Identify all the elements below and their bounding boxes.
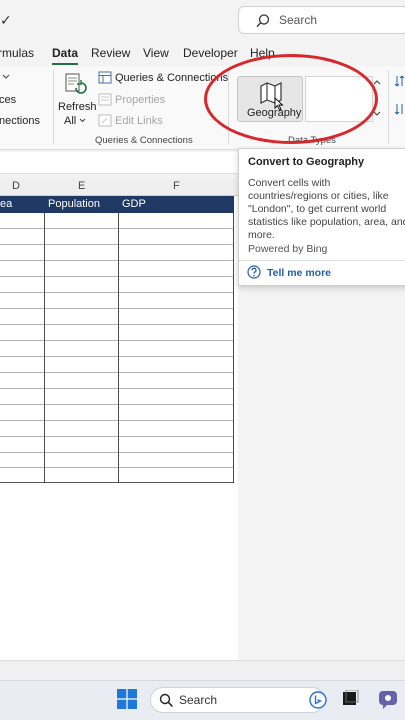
search-box[interactable]: Search <box>238 6 405 34</box>
search-icon <box>256 14 270 28</box>
sort-desc-icon[interactable] <box>395 102 405 116</box>
queries-connections-icon[interactable] <box>98 71 112 84</box>
refresh-dropdown-icon[interactable] <box>79 118 86 123</box>
tooltip-title: Convert to Geography <box>248 156 365 168</box>
header-gdp[interactable]: GDP <box>122 198 146 210</box>
geography-tooltip: Convert to Geography Convert cells with … <box>238 148 405 286</box>
edit-links-icon <box>98 114 112 127</box>
refresh-label[interactable]: Refresh <box>58 101 97 113</box>
status-bar <box>0 660 405 680</box>
search-placeholder: Search <box>279 13 318 27</box>
search-icon <box>159 693 174 708</box>
dropdown-chevron-icon[interactable] <box>2 74 10 80</box>
windows-start-icon[interactable] <box>117 689 137 709</box>
taskbar-search[interactable]: Search <box>150 687 327 713</box>
tab-developer[interactable]: Developer <box>183 46 238 60</box>
task-view-icon[interactable] <box>342 690 359 707</box>
ribbon-fragment-connections[interactable]: nections <box>0 115 40 127</box>
refresh-all-icon[interactable] <box>64 72 88 98</box>
tab-view[interactable]: View <box>143 46 169 60</box>
tooltip-description: Convert cells with countries/regions or … <box>248 177 405 241</box>
group-label-queries: Queries & Connections <box>95 135 193 146</box>
table-header-row: ea Population GDP <box>0 196 234 213</box>
tab-review[interactable]: Review <box>91 46 130 60</box>
header-population[interactable]: Population <box>48 198 100 210</box>
properties-icon <box>98 93 112 106</box>
taskbar-search-label: Search <box>179 693 218 707</box>
tell-me-more-link[interactable]: Tell me more <box>267 267 331 279</box>
edit-links-button: Edit Links <box>115 115 163 127</box>
sort-icon[interactable] <box>395 74 405 88</box>
column-headers: D E F <box>0 178 238 196</box>
ribbon-fragment-ces[interactable]: ces <box>0 94 16 106</box>
active-tab-indicator <box>52 63 78 65</box>
table-grid[interactable] <box>0 213 234 483</box>
column-header-e[interactable]: E <box>78 180 85 192</box>
column-header-f[interactable]: F <box>173 180 180 192</box>
chat-icon[interactable] <box>377 688 399 710</box>
tooltip-powered-by: Powered by Bing <box>248 243 328 255</box>
check-mark: ✓ <box>0 12 12 28</box>
tooltip-separator <box>239 260 405 261</box>
column-header-d[interactable]: D <box>12 180 20 192</box>
ribbon-separator <box>388 70 389 144</box>
tab-data[interactable]: Data <box>52 46 78 60</box>
chevron-up-icon[interactable] <box>373 79 381 85</box>
annotation-ellipse <box>204 54 378 144</box>
header-area[interactable]: ea <box>0 198 12 210</box>
ribbon-separator <box>53 70 54 144</box>
bing-icon[interactable] <box>309 691 327 709</box>
help-icon[interactable] <box>247 265 261 279</box>
refresh-all-label[interactable]: All <box>64 115 76 127</box>
tab-formulas[interactable]: rmulas <box>0 46 34 60</box>
properties-button: Properties <box>115 94 166 106</box>
